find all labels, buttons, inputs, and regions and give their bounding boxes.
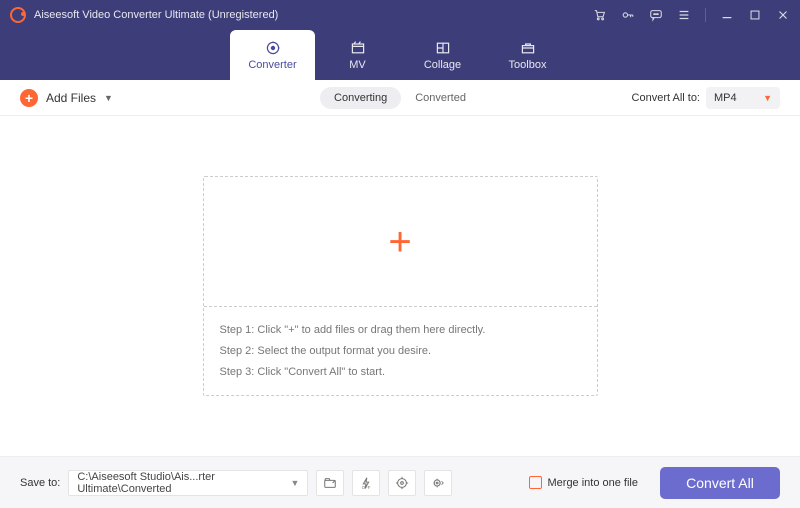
app-window: Aiseesoft Video Converter Ultimate (Unre… — [0, 0, 800, 508]
instructions: Step 1: Click "+" to add files or drag t… — [204, 307, 597, 395]
key-icon[interactable] — [621, 8, 635, 22]
close-icon[interactable] — [776, 8, 790, 22]
chevron-down-icon: ▼ — [104, 93, 113, 103]
step-1: Step 1: Click "+" to add files or drag t… — [220, 324, 581, 336]
tab-converting[interactable]: Converting — [320, 87, 401, 109]
tab-label: Collage — [424, 59, 461, 71]
convert-all-to: Convert All to: MP4 ▼ — [632, 87, 780, 109]
open-folder-button[interactable] — [316, 470, 344, 496]
main-nav: Converter MV Collage Toolbox — [0, 30, 800, 80]
minimize-icon[interactable] — [720, 8, 734, 22]
converter-icon — [264, 40, 282, 56]
tab-toolbox[interactable]: Toolbox — [485, 30, 570, 80]
app-title: Aiseesoft Video Converter Ultimate (Unre… — [34, 9, 278, 21]
toolbar: + Add Files ▼ Converting Converted Conve… — [0, 80, 800, 116]
hardware-accel-button[interactable]: OFF — [352, 470, 380, 496]
save-path: C:\Aiseesoft Studio\Ais...rter Ultimate\… — [77, 471, 290, 495]
convert-all-to-label: Convert All to: — [632, 92, 700, 104]
toolbox-icon — [519, 40, 537, 56]
merge-checkbox[interactable]: Merge into one file — [529, 476, 639, 489]
titlebar-icons — [593, 8, 790, 22]
add-files-label: Add Files — [46, 91, 96, 105]
convert-all-button[interactable]: Convert All — [660, 467, 780, 499]
bottom-bar: Save to: C:\Aiseesoft Studio\Ais...rter … — [0, 456, 800, 508]
menu-icon[interactable] — [677, 8, 691, 22]
tab-mv[interactable]: MV — [315, 30, 400, 80]
tab-collage[interactable]: Collage — [400, 30, 485, 80]
status-tabs: Converting Converted — [320, 87, 480, 109]
tab-converted[interactable]: Converted — [401, 87, 480, 109]
titlebar: Aiseesoft Video Converter Ultimate (Unre… — [0, 0, 800, 30]
cart-icon[interactable] — [593, 8, 607, 22]
save-path-select[interactable]: C:\Aiseesoft Studio\Ais...rter Ultimate\… — [68, 470, 308, 496]
plus-icon: + — [388, 222, 411, 262]
chevron-down-icon: ▼ — [290, 478, 299, 488]
settings-button[interactable] — [424, 470, 452, 496]
step-3: Step 3: Click "Convert All" to start. — [220, 366, 581, 378]
chevron-down-icon: ▼ — [763, 93, 772, 103]
maximize-icon[interactable] — [748, 8, 762, 22]
add-files-button[interactable]: + Add Files ▼ — [20, 89, 113, 107]
drop-zone: + Step 1: Click "+" to add files or drag… — [203, 176, 598, 396]
merge-label: Merge into one file — [548, 477, 639, 489]
collage-icon — [434, 40, 452, 56]
checkbox-icon — [529, 476, 542, 489]
add-files-dropzone[interactable]: + — [204, 177, 597, 307]
step-2: Step 2: Select the output format you des… — [220, 345, 581, 357]
tab-label: Toolbox — [509, 59, 547, 71]
tab-converter[interactable]: Converter — [230, 30, 315, 80]
mv-icon — [349, 40, 367, 56]
task-schedule-button[interactable] — [388, 470, 416, 496]
plus-icon: + — [20, 89, 38, 107]
format-select[interactable]: MP4 ▼ — [706, 87, 780, 109]
divider — [705, 8, 706, 22]
feedback-icon[interactable] — [649, 8, 663, 22]
tab-label: MV — [349, 59, 366, 71]
app-logo-icon — [10, 7, 26, 23]
format-selected: MP4 — [714, 92, 737, 104]
save-to-label: Save to: — [20, 477, 60, 489]
main-area: + Step 1: Click "+" to add files or drag… — [0, 116, 800, 456]
tab-label: Converter — [248, 59, 296, 71]
svg-text:OFF: OFF — [362, 485, 371, 490]
